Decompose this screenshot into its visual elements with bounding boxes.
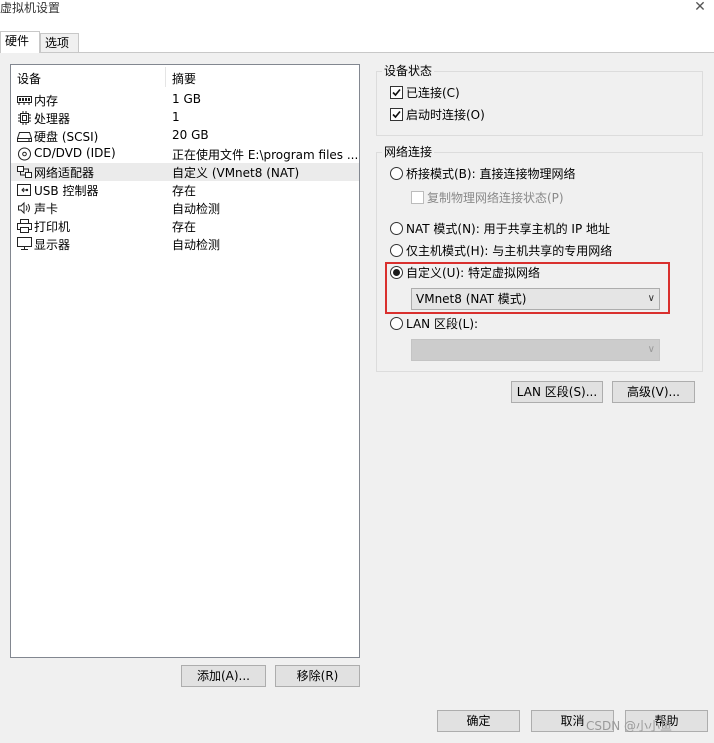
connected-label[interactable]: 已连接(C)	[406, 86, 460, 100]
ok-button[interactable]: 确定	[437, 710, 520, 732]
title-bar: 虚拟机设置 ✕	[0, 0, 714, 22]
device-row-printer[interactable]: 打印机 存在	[11, 217, 359, 235]
device-name: 内存	[34, 94, 59, 108]
add-device-button[interactable]: 添加(A)...	[181, 665, 266, 687]
device-name: 网络适配器	[34, 166, 95, 180]
checkmark-icon	[392, 88, 401, 97]
cd-dvd-icon	[18, 147, 31, 161]
network-adapter-icon	[17, 166, 32, 178]
tab-options[interactable]: 选项	[40, 33, 79, 53]
tab-hardware[interactable]: 硬件	[0, 31, 40, 53]
replicate-physical-state-checkbox[interactable]	[411, 191, 424, 204]
connected-checkbox[interactable]	[390, 86, 403, 99]
device-row-cd-dvd[interactable]: CD/DVD (IDE) 正在使用文件 E:\program files ...	[11, 145, 359, 163]
chevron-down-icon: ∨	[647, 344, 655, 355]
memory-icon	[17, 96, 32, 105]
harddisk-icon	[17, 132, 32, 142]
sound-card-icon	[18, 201, 30, 215]
bridged-radio[interactable]	[390, 167, 403, 180]
tab-options-label: 选项	[45, 36, 70, 50]
device-name: CD/DVD (IDE)	[34, 146, 116, 160]
device-list[interactable]: 设备 摘要 内存 1 GB 处理器 1 硬盘 (SCSI) 20 GB CD/D…	[10, 64, 360, 658]
advanced-button[interactable]: 高级(V)...	[612, 381, 695, 403]
host-only-radio[interactable]	[390, 244, 403, 257]
column-header-device[interactable]: 设备	[17, 70, 41, 87]
device-name: 声卡	[34, 202, 59, 216]
device-name: 处理器	[34, 112, 71, 126]
connect-at-power-on-checkbox[interactable]	[390, 108, 403, 121]
device-list-header: 设备 摘要	[11, 65, 359, 89]
device-row-memory[interactable]: 内存 1 GB	[11, 91, 359, 109]
highlight-annotation-box	[385, 262, 670, 314]
device-summary: 正在使用文件 E:\program files ...	[172, 148, 359, 162]
window-title: 虚拟机设置	[0, 1, 61, 15]
tab-hardware-label: 硬件	[5, 34, 30, 48]
device-name: USB 控制器	[34, 184, 99, 198]
connect-at-power-on-label[interactable]: 启动时连接(O)	[406, 108, 485, 122]
device-name: 打印机	[34, 220, 71, 234]
device-summary: 1 GB	[172, 92, 201, 106]
replicate-physical-state-label[interactable]: 复制物理网络连接状态(P)	[427, 191, 564, 205]
display-icon	[17, 237, 32, 250]
device-row-display[interactable]: 显示器 自动检测	[11, 235, 359, 253]
lan-segments-button[interactable]: LAN 区段(S)...	[511, 381, 603, 403]
device-summary: 1	[172, 110, 180, 124]
device-summary: 20 GB	[172, 128, 209, 142]
device-name: 显示器	[34, 238, 71, 252]
column-divider[interactable]	[165, 67, 166, 87]
device-summary: 存在	[172, 184, 197, 198]
host-only-label[interactable]: 仅主机模式(H): 与主机共享的专用网络	[406, 244, 612, 258]
printer-icon	[17, 219, 32, 233]
device-summary: 自动检测	[172, 238, 221, 252]
device-status-legend: 设备状态	[382, 64, 435, 78]
lan-segment-dropdown[interactable]: ∨	[411, 339, 660, 361]
close-icon[interactable]: ✕	[692, 0, 708, 16]
lan-segment-radio[interactable]	[390, 317, 403, 330]
lan-segment-label[interactable]: LAN 区段(L):	[406, 317, 478, 331]
remove-device-button[interactable]: 移除(R)	[275, 665, 360, 687]
checkmark-icon	[392, 110, 401, 119]
device-row-harddisk[interactable]: 硬盘 (SCSI) 20 GB	[11, 127, 359, 145]
device-row-usb[interactable]: USB 控制器 存在	[11, 181, 359, 199]
bridged-label[interactable]: 桥接模式(B): 直接连接物理网络	[406, 167, 575, 181]
nat-label[interactable]: NAT 模式(N): 用于共享主机的 IP 地址	[406, 222, 610, 236]
device-summary: 自动检测	[172, 202, 221, 216]
device-row-network-adapter[interactable]: 网络适配器 自定义 (VMnet8 (NAT)	[11, 163, 359, 181]
nat-radio[interactable]	[390, 222, 403, 235]
network-connection-legend: 网络连接	[382, 145, 435, 159]
device-name: 硬盘 (SCSI)	[34, 130, 99, 144]
csdn-watermark: CSDN @小小鱼	[586, 719, 673, 733]
device-status-group	[376, 71, 703, 136]
column-header-summary[interactable]: 摘要	[172, 70, 196, 87]
device-row-sound-card[interactable]: 声卡 自动检测	[11, 199, 359, 217]
usb-icon	[17, 184, 31, 196]
processor-icon	[18, 111, 31, 125]
device-row-processor[interactable]: 处理器 1	[11, 109, 359, 127]
device-summary: 存在	[172, 220, 197, 234]
device-summary: 自定义 (VMnet8 (NAT)	[172, 166, 300, 180]
